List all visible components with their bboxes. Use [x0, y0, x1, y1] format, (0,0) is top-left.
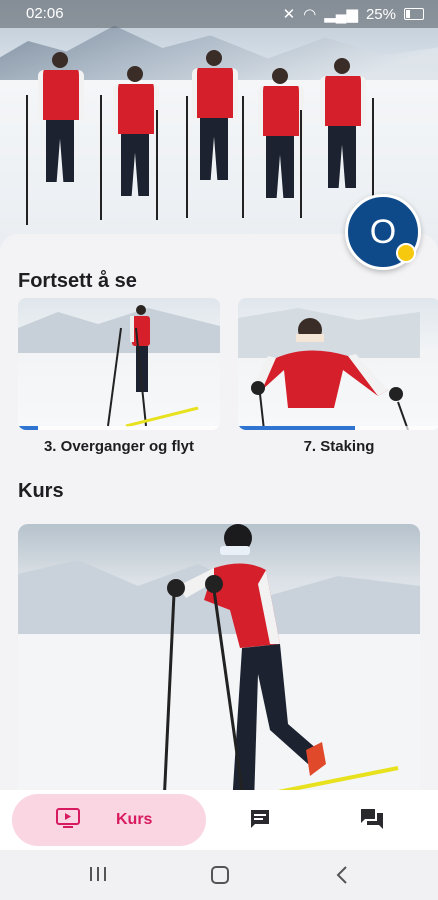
profile-avatar[interactable]: O — [345, 194, 421, 270]
home-icon[interactable] — [210, 865, 230, 890]
continue-watching-title: Fortsett å se — [18, 270, 137, 292]
skier-figure — [320, 58, 366, 188]
card-thumbnail — [18, 305, 220, 428]
forum-icon[interactable] — [360, 808, 384, 835]
back-icon[interactable] — [334, 865, 350, 890]
skier-figure — [38, 52, 84, 182]
card-thumbnail — [238, 308, 420, 430]
course-card[interactable] — [18, 524, 420, 790]
tv-play-icon — [56, 807, 80, 834]
nav-item-label: Kurs — [116, 811, 153, 828]
signal-icon: ▂▄▆ — [324, 6, 358, 23]
progress-bar — [18, 426, 39, 430]
chat-icon[interactable] — [249, 808, 271, 835]
bottom-navigation: Kurs — [0, 790, 438, 850]
notification-badge — [396, 243, 416, 263]
mute-icon: ✕ — [282, 6, 296, 23]
battery-percent: 25% — [365, 5, 396, 23]
courses-title: Kurs — [18, 480, 64, 502]
recent-apps-icon[interactable] — [88, 865, 108, 888]
avatar-initial: O — [369, 212, 397, 251]
skier-figure — [192, 50, 238, 180]
status-time: 02:06 — [26, 5, 64, 22]
skier-figure — [258, 68, 304, 198]
continue-card-title: 7. Staking — [303, 438, 375, 455]
battery-icon — [404, 8, 424, 20]
system-navigation-bar — [0, 850, 438, 900]
progress-bar — [238, 426, 356, 430]
course-thumbnail — [18, 524, 420, 790]
continue-card-title: 3. Overganger og flyt — [43, 438, 195, 455]
wifi-icon: ◠ — [303, 6, 317, 23]
content-sheet: Fortsett å se 3. Overganger og flyt 7. S… — [0, 234, 438, 790]
continue-card-staking[interactable] — [238, 298, 438, 430]
nav-item-kurs[interactable]: Kurs — [12, 794, 206, 846]
continue-card-overganger[interactable] — [18, 298, 220, 430]
skier-figure — [113, 66, 159, 196]
status-bar: 02:06 ✕ ◠ ▂▄▆ 25% — [0, 0, 438, 28]
